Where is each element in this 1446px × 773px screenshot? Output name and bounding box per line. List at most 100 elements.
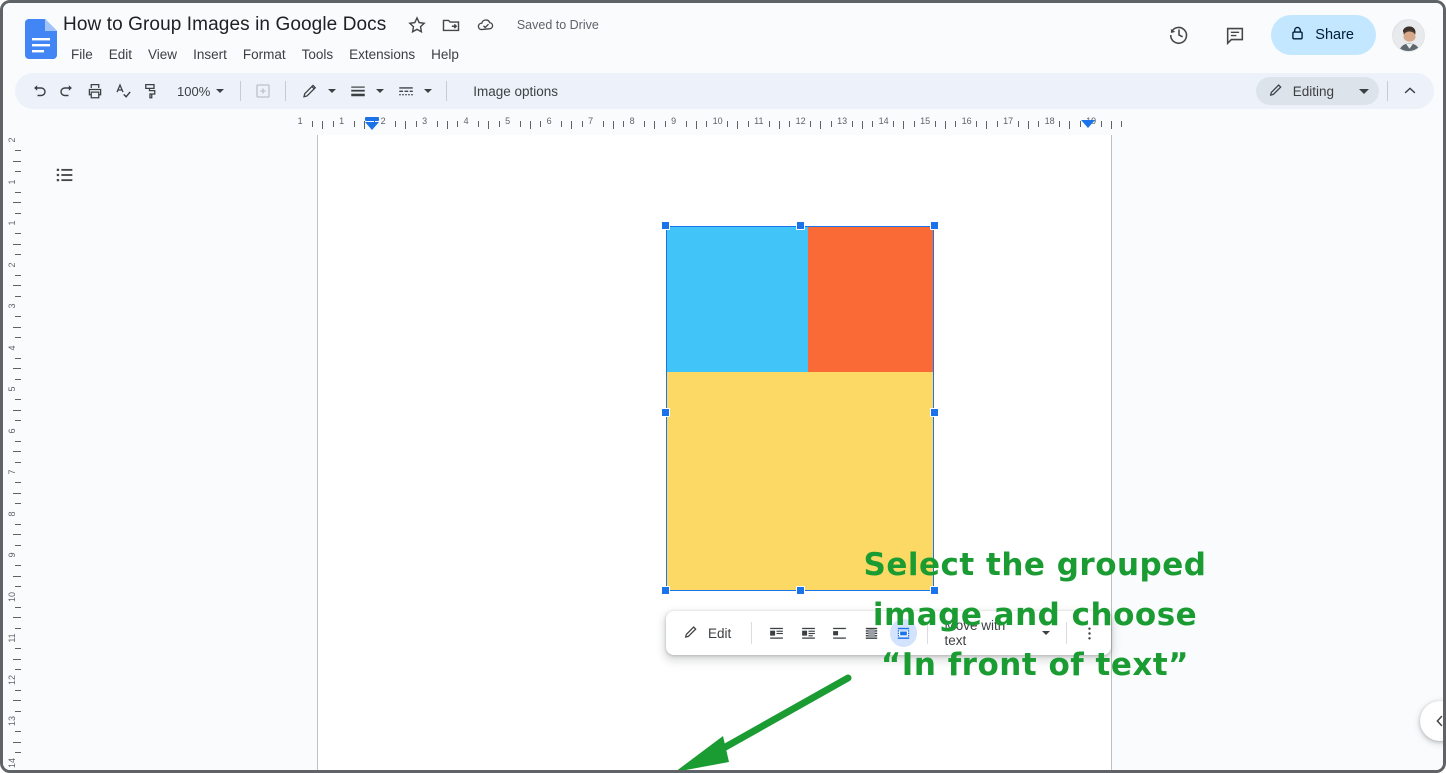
avatar[interactable] (1392, 18, 1425, 52)
ruler-label: 16 (961, 116, 972, 126)
menu-edit[interactable]: Edit (101, 43, 140, 67)
border-weight-icon[interactable] (344, 77, 372, 105)
image-options-button[interactable]: Image options (465, 79, 566, 104)
side-panel-toggle[interactable] (1420, 701, 1443, 741)
resize-handle-nw[interactable] (661, 221, 670, 230)
orange-rectangle[interactable] (808, 226, 934, 372)
ruler-tick (986, 121, 988, 129)
yellow-rectangle[interactable] (666, 372, 934, 591)
chevron-down-icon (216, 89, 225, 93)
editing-mode-selector[interactable]: Editing (1255, 77, 1379, 105)
resize-handle-s[interactable] (796, 586, 805, 595)
ruler-label: 11 (754, 116, 764, 126)
print-icon[interactable] (81, 77, 109, 105)
wrap-inline-with-text[interactable] (762, 619, 790, 647)
ruler-label: 2 (7, 262, 17, 268)
menu-view[interactable]: View (140, 43, 185, 67)
blue-rectangle[interactable] (666, 226, 808, 372)
ruler-tick (685, 121, 687, 127)
share-button[interactable]: Share (1271, 15, 1376, 55)
wrap-behind-text[interactable] (858, 619, 886, 647)
redo-icon[interactable] (53, 77, 81, 105)
spellcheck-icon[interactable] (109, 77, 137, 105)
menu-format[interactable]: Format (235, 43, 294, 67)
document-canvas: Edit Move with text Select the grouped i… (25, 135, 1443, 770)
wrap-break-text[interactable] (826, 619, 854, 647)
wrap-in-front-of-text[interactable] (889, 619, 918, 647)
more-options-icon[interactable] (1075, 619, 1103, 647)
ruler-tick (934, 121, 936, 127)
ruler-tick (15, 731, 21, 733)
border-color-control[interactable] (294, 77, 342, 105)
border-dash-icon[interactable] (392, 77, 420, 105)
move-to-folder-icon[interactable] (441, 15, 461, 35)
comment-icon[interactable] (1215, 15, 1255, 55)
save-status: Saved to Drive (516, 18, 599, 32)
paint-format-icon[interactable] (137, 77, 165, 105)
resize-handle-e[interactable] (930, 408, 939, 417)
resize-handle-se[interactable] (930, 586, 939, 595)
pencil-border-color-icon[interactable] (296, 77, 324, 105)
ruler-tick (851, 121, 853, 127)
ruler-tick (15, 440, 21, 442)
grouped-image-selection[interactable] (661, 221, 939, 595)
document-outline-icon[interactable] (45, 155, 85, 195)
ruler-tick (13, 534, 21, 536)
menu-help[interactable]: Help (423, 43, 467, 67)
edit-image-button[interactable]: Edit (674, 619, 743, 648)
ruler-label: 11 (7, 633, 17, 643)
ruler-tick (322, 121, 324, 129)
position-selector[interactable]: Move with text (936, 613, 1058, 653)
wrap-text[interactable] (794, 619, 822, 647)
first-line-indent-marker[interactable] (365, 117, 379, 121)
ruler-tick (13, 326, 21, 328)
border-dash-control[interactable] (390, 77, 438, 105)
menu-bar: File Edit View Insert Format Tools Exten… (63, 43, 599, 67)
resize-handle-n[interactable] (796, 221, 805, 230)
zoom-selector[interactable]: 100% (169, 77, 232, 105)
horizontal-ruler[interactable]: 1 1 2 3 4 5 6 7 8 9 10 11 12 13 14 15 16 17 18 19 (15, 115, 1434, 135)
ruler-label: 6 (7, 428, 17, 434)
document-page[interactable]: Edit Move with text (317, 135, 1112, 770)
ruler-label: 1 (339, 116, 345, 126)
ruler-label: 3 (422, 116, 428, 126)
ruler-tick (15, 191, 21, 193)
border-weight-control[interactable] (342, 77, 390, 105)
ruler-tick (332, 121, 334, 127)
ruler-tick (415, 121, 417, 127)
chevron-up-icon[interactable] (1396, 77, 1424, 105)
resize-handle-w[interactable] (661, 408, 670, 417)
ruler-label: 10 (712, 116, 723, 126)
ruler-tick (623, 121, 625, 127)
menu-insert[interactable]: Insert (185, 43, 235, 67)
version-history-icon[interactable] (1159, 15, 1199, 55)
menu-file[interactable]: File (63, 43, 101, 67)
ruler-tick (529, 121, 531, 129)
vertical-ruler[interactable]: 2 1 1 2 3 4 5 6 7 8 9 10 11 12 13 14 (3, 135, 25, 770)
pencil-icon (1268, 82, 1284, 101)
star-icon[interactable] (407, 15, 427, 35)
resize-handle-sw[interactable] (661, 586, 670, 595)
ruler-tick (15, 316, 21, 318)
ruler-tick (15, 357, 21, 359)
resize-handle-ne[interactable] (930, 221, 939, 230)
ruler-label: 3 (7, 303, 17, 309)
page-title[interactable]: How to Group Images in Google Docs (63, 11, 386, 39)
insert-border-icon[interactable] (249, 77, 277, 105)
toolbar-divider-3 (446, 81, 448, 101)
ruler-tick (457, 121, 459, 127)
left-indent-marker[interactable] (365, 122, 379, 130)
undo-icon[interactable] (25, 77, 53, 105)
ruler-tick (976, 121, 978, 127)
ruler-tick (602, 121, 604, 127)
ruler-tick (13, 368, 21, 370)
ruler-label: 10 (7, 591, 17, 602)
ruler-label: 8 (7, 511, 17, 517)
chevron-down-icon (328, 89, 337, 93)
menu-tools[interactable]: Tools (294, 43, 342, 67)
ruler-tick (706, 121, 708, 127)
ruler-tick (913, 121, 915, 127)
right-indent-marker[interactable] (1081, 120, 1095, 128)
menu-extensions[interactable]: Extensions (341, 43, 423, 67)
ruler-label: 4 (463, 116, 469, 126)
